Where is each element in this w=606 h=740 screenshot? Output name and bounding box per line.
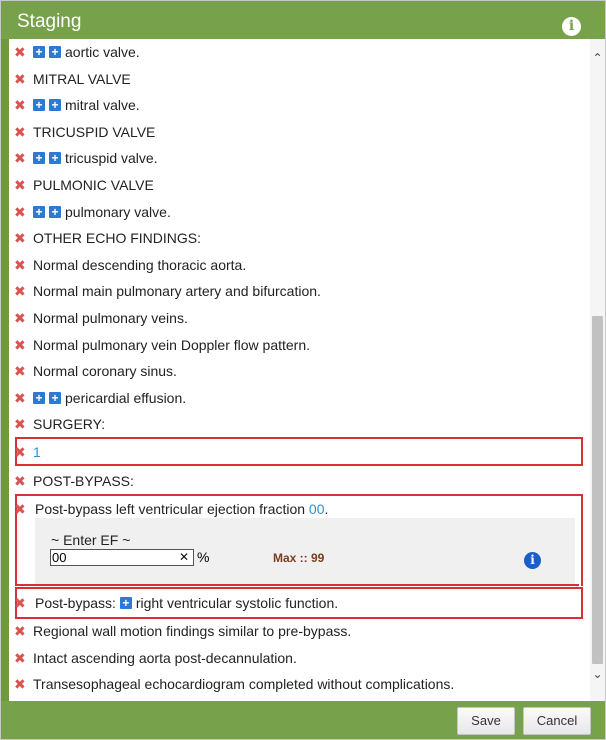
close-icon[interactable]: ✖ (14, 308, 26, 328)
close-icon[interactable]: ✖ (14, 648, 26, 668)
clear-icon[interactable]: ✕ (179, 550, 189, 564)
save-button[interactable]: Save (457, 707, 515, 735)
list-item-text: Normal main pulmonary artery and bifurca… (33, 283, 321, 299)
plus-icon[interactable]: + (49, 392, 61, 405)
post-bypass-heading: POST-BYPASS: (33, 473, 134, 489)
plus-icon[interactable]: + (33, 46, 45, 59)
list-item-content: + + pulmonary valve. (33, 202, 171, 222)
plus-icon[interactable]: + (33, 99, 45, 112)
close-icon[interactable]: ✖ (14, 95, 26, 115)
list-item-content: OTHER ECHO FINDINGS: (33, 228, 201, 248)
plus-icon[interactable]: + (33, 152, 45, 165)
staging-dialog: Staging i ✖ + + aortic valve. ✖ MITRAL VALVE ✖… (0, 0, 606, 740)
list-item-text: MITRAL VALVE (33, 71, 131, 87)
close-icon[interactable]: ✖ (14, 414, 26, 434)
list-item-text: tricuspid valve. (65, 150, 158, 166)
rv-prefix: Post-bypass: (35, 595, 116, 611)
list-item-text: Normal descending thoracic aorta. (33, 257, 247, 273)
close-icon[interactable]: ✖ (14, 175, 26, 195)
close-icon[interactable]: ✖ (14, 674, 26, 694)
list-item-content: + + mitral valve. (33, 95, 140, 115)
close-icon[interactable]: ✖ (14, 69, 26, 89)
list-item-content: Normal main pulmonary artery and bifurca… (33, 281, 321, 301)
ef-box-bottom-border (15, 584, 579, 586)
list-item-content: TRICUSPID VALVE (33, 122, 155, 142)
dialog-content: ✖ + + aortic valve. ✖ MITRAL VALVE ✖ + + mitral v… (9, 39, 605, 701)
dialog-title: Staging (17, 11, 82, 32)
close-icon[interactable]: ✖ (14, 499, 26, 519)
surgery-value[interactable]: 1 (33, 442, 41, 462)
plus-icon[interactable]: + (49, 152, 61, 165)
list-item-text: Normal coronary sinus. (33, 363, 177, 379)
close-icon[interactable]: ✖ (14, 361, 26, 381)
dialog-header: Staging i (1, 1, 605, 39)
close-icon[interactable]: ✖ (14, 42, 26, 62)
list-item-content: + + pericardial effusion. (33, 388, 186, 408)
list-item-text: pericardial effusion. (65, 390, 187, 406)
close-icon[interactable]: ✖ (14, 471, 26, 491)
rv-text: right ventricular systolic function. (135, 595, 339, 611)
plus-icon[interactable]: + (33, 392, 45, 405)
plus-icon[interactable]: + (49, 99, 61, 112)
plus-icon[interactable]: + (49, 206, 61, 219)
close-icon[interactable]: ✖ (14, 228, 26, 248)
ef-input[interactable]: 00 (50, 549, 194, 566)
list-item-text: aortic valve. (65, 44, 140, 60)
list-item-content: Normal coronary sinus. (33, 361, 177, 381)
close-icon[interactable]: ✖ (14, 621, 26, 641)
info-icon[interactable]: i (524, 552, 541, 569)
dialog-footer: Save Cancel (1, 701, 605, 739)
plus-icon[interactable]: + (33, 206, 45, 219)
list-item-content: PULMONIC VALVE (33, 175, 154, 195)
list-item-content: + + tricuspid valve. (33, 148, 158, 168)
close-icon[interactable]: ✖ (14, 388, 26, 408)
ef-editor-panel: ~ Enter EF ~ 00 ✕ % Max :: 99 i (35, 518, 575, 584)
cancel-button[interactable]: Cancel (523, 707, 591, 735)
close-icon[interactable]: ✖ (14, 202, 26, 222)
list-item-text: Normal pulmonary vein Doppler flow patte… (33, 337, 311, 353)
ef-unit: % (197, 549, 210, 565)
list-item-text: TRICUSPID VALVE (33, 124, 156, 140)
list-item-text: OTHER ECHO FINDINGS: (33, 230, 202, 246)
list-item-text: pulmonary valve. (65, 204, 171, 220)
ef-row-text: Post-bypass left ventricular ejection fr… (35, 501, 306, 517)
ef-value-link[interactable]: 00 (309, 501, 325, 517)
list-item-content: + + aortic valve. (33, 42, 140, 62)
close-icon[interactable]: ✖ (14, 593, 26, 613)
list-item-content: MITRAL VALVE (33, 69, 131, 89)
scroll-up-icon[interactable]: ⌃ (590, 51, 605, 65)
ef-row-suffix: . (324, 501, 329, 517)
list-item-content: SURGERY: (33, 414, 105, 434)
surgery-value-box (15, 437, 583, 466)
ef-editor-label: ~ Enter EF ~ (51, 532, 131, 548)
close-icon[interactable]: ✖ (14, 122, 26, 142)
close-icon[interactable]: ✖ (14, 335, 26, 355)
close-icon[interactable]: ✖ (14, 148, 26, 168)
info-icon[interactable]: i (562, 17, 581, 36)
plus-icon[interactable]: + (119, 597, 132, 610)
list-item-text: Transesophageal echocardiogram completed… (33, 676, 455, 692)
list-item-content: Normal descending thoracic aorta. (33, 255, 246, 275)
list-item-text: Regional wall motion findings similar to… (33, 623, 352, 639)
list-item-content: Normal pulmonary vein Doppler flow patte… (33, 335, 310, 355)
close-icon[interactable]: ✖ (14, 281, 26, 301)
list-item-text: mitral valve. (65, 97, 140, 113)
close-icon[interactable]: ✖ (14, 442, 26, 462)
ef-max-label: Max :: 99 (273, 551, 325, 565)
list-item-text: SURGERY: (33, 416, 106, 432)
list-item-text: Normal pulmonary veins. (33, 310, 188, 326)
list-item-content: Normal pulmonary veins. (33, 308, 188, 328)
plus-icon[interactable]: + (49, 46, 61, 59)
scroll-down-icon[interactable]: ⌄ (590, 667, 605, 681)
scrollbar-thumb[interactable] (592, 316, 603, 664)
close-icon[interactable]: ✖ (14, 255, 26, 275)
list-item-text: PULMONIC VALVE (33, 177, 154, 193)
list-item-text: Intact ascending aorta post-decannulatio… (33, 650, 297, 666)
